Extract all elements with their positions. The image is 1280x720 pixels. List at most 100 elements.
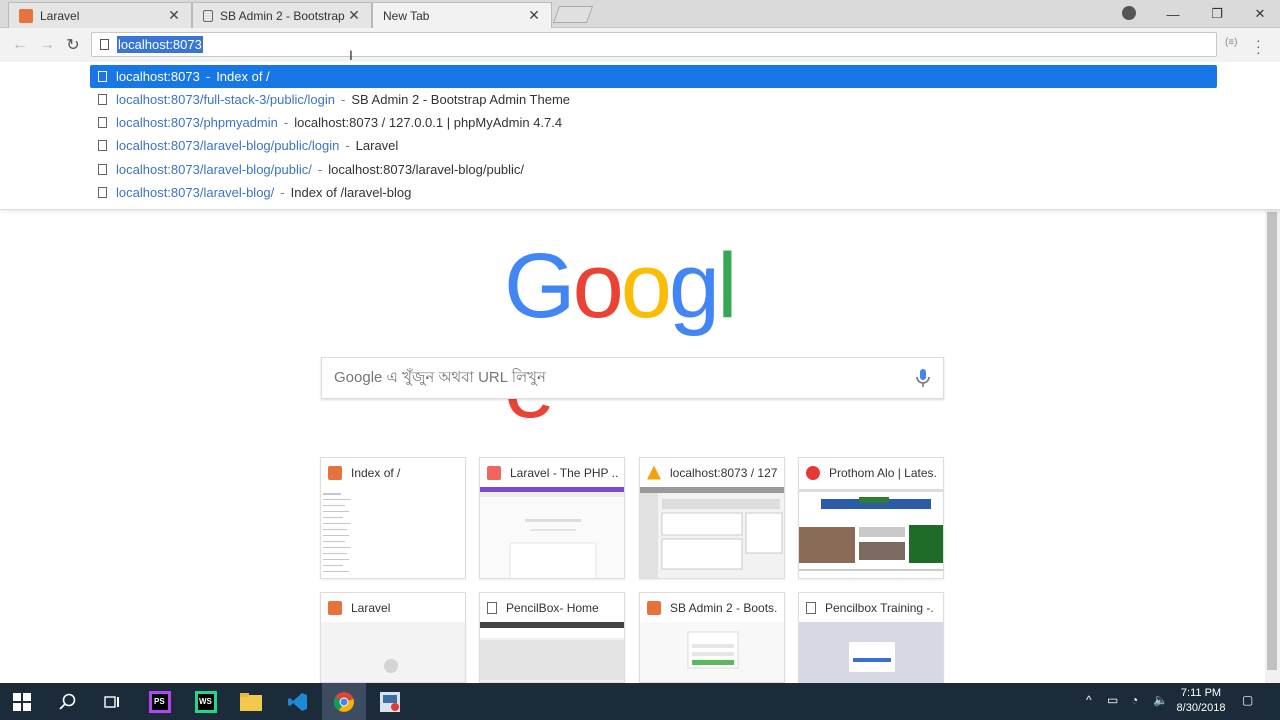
laravel-icon xyxy=(487,465,501,480)
suggestion-title: localhost:8073/laravel-blog/public/ xyxy=(328,162,525,177)
tile-title: Prothom Alo | Lates... xyxy=(829,465,937,480)
page-icon xyxy=(203,9,213,22)
network-drive-icon[interactable]: ▭ xyxy=(1107,693,1118,707)
search-icon[interactable] xyxy=(46,683,90,720)
page-icon xyxy=(487,601,497,614)
task-view-icon[interactable] xyxy=(90,683,134,720)
google-logo: Google xyxy=(504,235,764,436)
tile-thumbnail xyxy=(799,622,943,682)
profile-icon[interactable] xyxy=(1122,6,1136,20)
suggestion-url: localhost:8073/laravel-blog/public/ xyxy=(116,162,312,177)
back-icon[interactable]: ← xyxy=(9,34,31,56)
tab-sb-admin[interactable]: SB Admin 2 - Bootstrap A ✕ xyxy=(192,2,372,28)
most-visited-tile[interactable]: Prothom Alo | Lates... xyxy=(798,457,944,579)
reload-icon[interactable]: ↻ xyxy=(62,34,84,56)
tile-thumbnail xyxy=(321,487,465,578)
scrollbar-thumb[interactable] xyxy=(1267,212,1277,670)
prothom-alo-icon xyxy=(806,465,820,480)
close-window-button[interactable]: ✕ xyxy=(1238,0,1280,28)
clock-date: 8/30/2018 xyxy=(1176,702,1226,714)
tab-new-tab[interactable]: New Tab ✕ xyxy=(372,2,552,28)
suggestion-url: localhost:8073/full-stack-3/public/login xyxy=(116,92,335,107)
file-explorer-icon[interactable] xyxy=(229,683,273,720)
clock-time: 7:11 PM xyxy=(1180,687,1222,699)
suggestion-url: localhost:8073/phpmyadmin xyxy=(116,115,278,130)
separator: - xyxy=(345,138,350,153)
tile-title: SB Admin 2 - Boots... xyxy=(670,600,778,615)
omnibox-suggestions: localhost:8073 - Index of / localhost:80… xyxy=(0,62,1280,210)
taskbar-clock[interactable]: 7:11 PM 8/30/2018 xyxy=(1170,686,1232,716)
most-visited-tile[interactable]: Index of / xyxy=(320,457,466,579)
text-cursor-icon: I xyxy=(349,47,353,63)
suggestion-item[interactable]: localhost:8073/laravel-blog/public/login… xyxy=(90,134,1217,157)
microphone-icon[interactable] xyxy=(911,366,935,390)
tile-title: Laravel xyxy=(351,600,391,615)
logo-letter: o xyxy=(620,235,672,337)
forward-icon[interactable]: → xyxy=(36,34,58,56)
separator: - xyxy=(340,92,346,107)
notification-icon[interactable]: ▢ xyxy=(1242,693,1253,707)
suggestion-item[interactable]: localhost:8073/phpmyadmin - localhost:80… xyxy=(90,111,1217,134)
toolbar: ← → ↻ localhost:8073 xyxy=(0,28,1280,62)
new-tab-button[interactable] xyxy=(552,6,594,23)
wifi-icon[interactable]: ◔ xyxy=(1131,693,1138,707)
separator: - xyxy=(280,185,285,200)
address-bar[interactable]: localhost:8073 xyxy=(91,32,1217,57)
restore-button[interactable]: ❐ xyxy=(1195,0,1239,28)
tile-title: Laravel - The PHP ... xyxy=(510,465,618,480)
logo-letter: g xyxy=(668,235,720,337)
suggestion-item[interactable]: localhost:8073/laravel-blog/public/ - lo… xyxy=(90,158,1217,181)
suggestion-title: SB Admin 2 - Bootstrap Admin Theme xyxy=(351,92,571,107)
most-visited-tile[interactable]: Pencilbox Training -... xyxy=(798,592,944,683)
page-icon xyxy=(98,187,107,198)
tab-title: Laravel xyxy=(40,8,80,23)
tab-title: SB Admin 2 - Bootstrap A xyxy=(220,8,347,23)
suggestion-item[interactable]: localhost:8073/laravel-blog/ - Index of … xyxy=(90,181,1217,204)
xampp-icon xyxy=(328,600,342,615)
logo-letter: G xyxy=(504,235,576,337)
logo-letter: l xyxy=(717,235,738,337)
tab-laravel[interactable]: Laravel ✕ xyxy=(8,2,192,28)
page-icon xyxy=(806,601,816,614)
search-box[interactable]: Google এ খুঁজুন অথবা URL লিখুন xyxy=(321,357,944,399)
separator: - xyxy=(205,69,211,84)
address-input[interactable]: localhost:8073 xyxy=(117,36,203,53)
tile-thumbnail xyxy=(640,487,784,578)
logo-letter: o xyxy=(572,235,624,337)
vscode-icon[interactable] xyxy=(276,683,320,720)
tile-thumbnail xyxy=(321,622,465,682)
most-visited-tile[interactable]: localhost:8073 / 127.... xyxy=(639,457,785,579)
tile-thumbnail xyxy=(640,622,784,682)
extension-icon[interactable]: (≡) xyxy=(1225,37,1238,48)
start-icon[interactable] xyxy=(0,683,44,720)
chevron-up-icon[interactable]: ^ xyxy=(1086,693,1092,707)
tab-title: New Tab xyxy=(383,8,430,23)
close-icon[interactable]: ✕ xyxy=(347,7,361,24)
menu-icon[interactable]: · · · xyxy=(1256,33,1261,59)
xampp-icon xyxy=(647,600,661,615)
suggestion-item[interactable]: localhost:8073 - Index of / xyxy=(90,65,1217,88)
tile-title: Index of / xyxy=(351,465,401,480)
volume-icon[interactable]: 🔈 xyxy=(1153,693,1168,707)
suggestion-item[interactable]: localhost:8073/full-stack-3/public/login… xyxy=(90,88,1217,111)
tile-thumbnail xyxy=(480,622,624,682)
most-visited-tile[interactable]: Laravel - The PHP ... xyxy=(479,457,625,579)
search-input[interactable]: Google এ খুঁজুন অথবা URL লিখুন xyxy=(334,366,911,391)
close-icon[interactable]: ✕ xyxy=(527,7,541,24)
most-visited-tile[interactable]: Laravel xyxy=(320,592,466,683)
xampp-icon xyxy=(328,465,342,480)
suggestion-url: localhost:8073/laravel-blog/ xyxy=(116,185,275,200)
most-visited-tile[interactable]: SB Admin 2 - Boots... xyxy=(639,592,785,683)
most-visited-tile[interactable]: PencilBox- Home xyxy=(479,592,625,683)
phpstorm-icon[interactable]: PS xyxy=(138,683,182,720)
app-icon[interactable] xyxy=(368,683,412,720)
suggestion-url: localhost:8073 xyxy=(116,69,200,84)
page-icon xyxy=(98,140,107,151)
close-icon[interactable]: ✕ xyxy=(167,7,181,24)
chrome-icon[interactable] xyxy=(322,683,366,720)
tile-title: Pencilbox Training -... xyxy=(825,600,933,615)
minimize-button[interactable]: — xyxy=(1151,0,1195,28)
webstorm-icon[interactable]: WS xyxy=(184,683,228,720)
page-icon xyxy=(98,71,107,82)
suggestion-title: Index of /laravel-blog xyxy=(290,185,412,200)
